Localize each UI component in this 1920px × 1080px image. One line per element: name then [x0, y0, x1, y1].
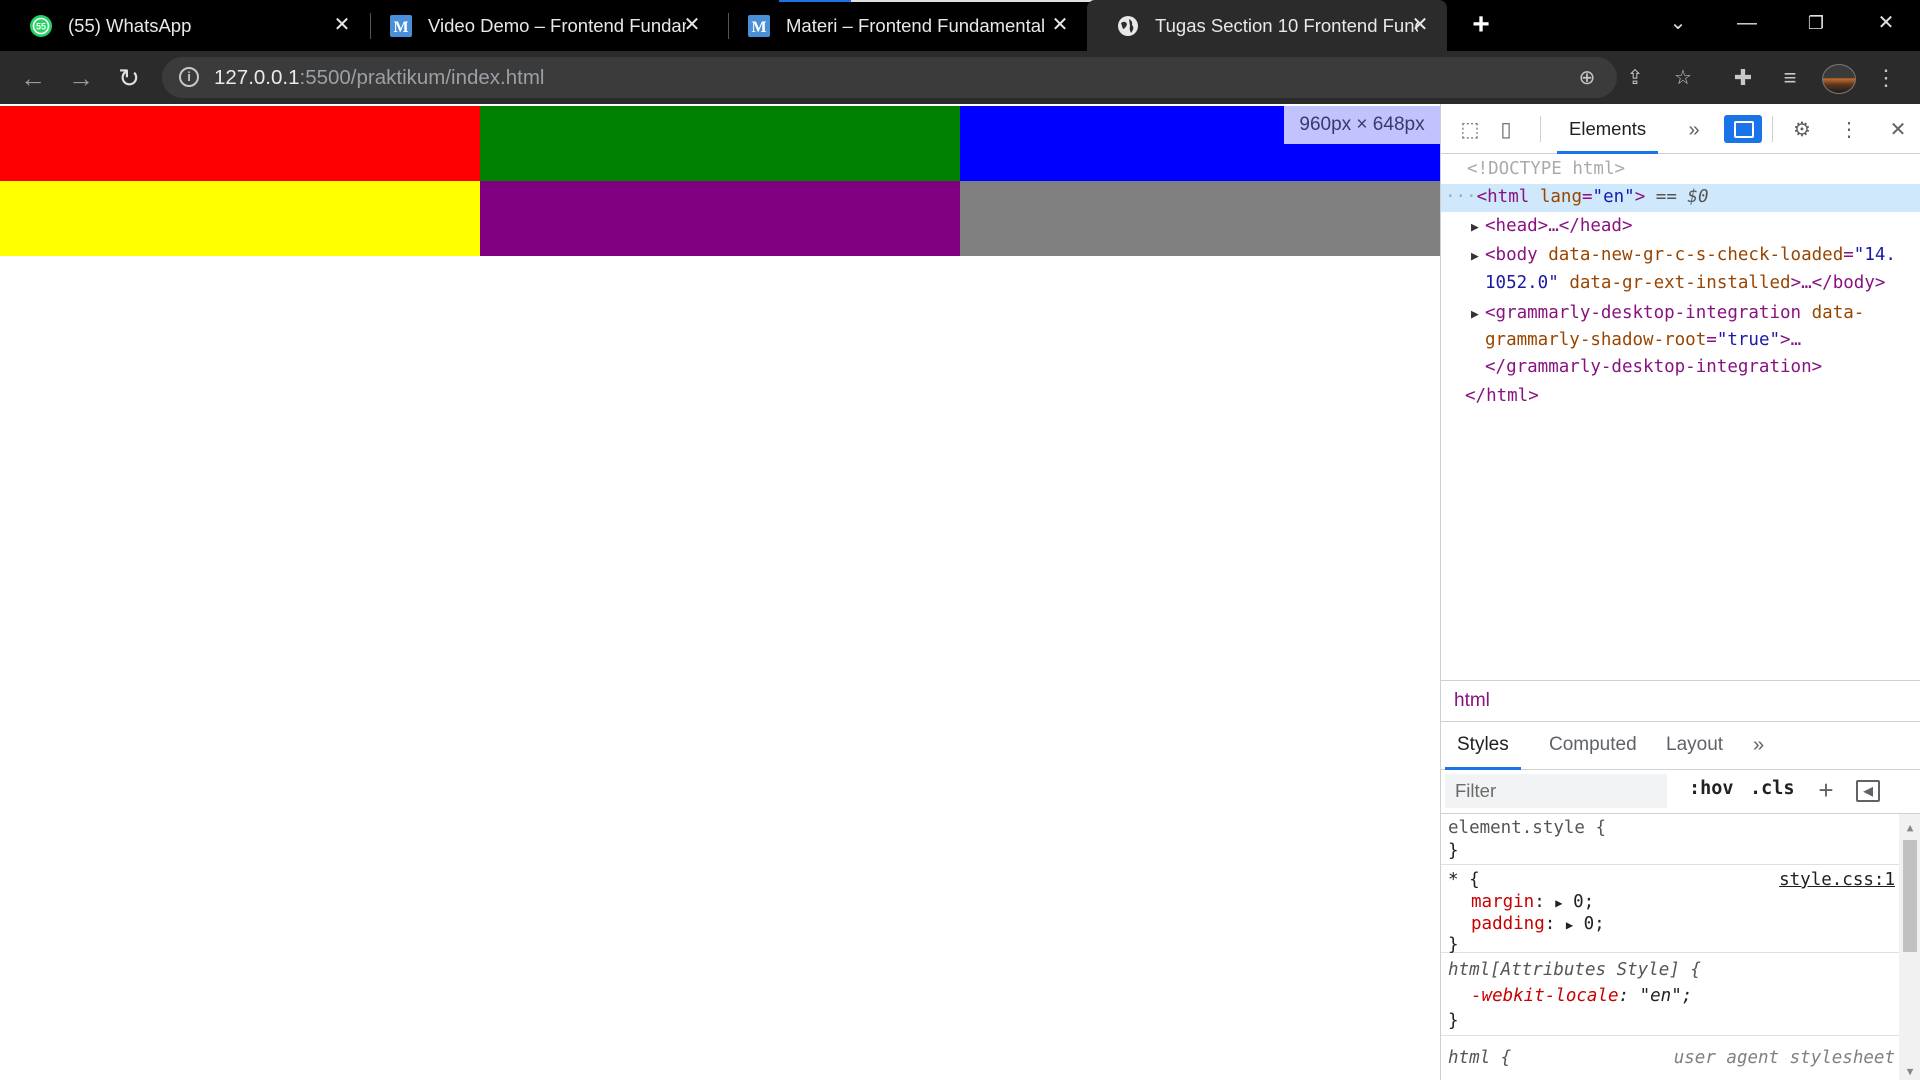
color-box-gray	[960, 181, 1440, 256]
dom-head-node[interactable]: ▶ <head>…</head>	[1471, 213, 1633, 242]
expand-triangle-icon: ▶	[1471, 249, 1479, 264]
media-controls-icon[interactable]: ≡	[1775, 63, 1805, 93]
scrollbar-thumb[interactable]	[1903, 840, 1917, 952]
hover-state-toggle[interactable]: :hov	[1689, 778, 1734, 799]
rule-html-ua[interactable]: html { user agent stylesheet	[1441, 1036, 1899, 1080]
breadcrumb: html	[1441, 680, 1920, 722]
issues-icon[interactable]	[1724, 115, 1762, 143]
color-box-green	[480, 106, 960, 181]
prop-webkit-locale[interactable]: -webkit-locale: "en";	[1471, 984, 1692, 1008]
address-bar[interactable]: i 127.0.0.1:5500/praktikum/index.html ⊕ …	[162, 57, 1692, 98]
dom-doctype[interactable]: <!DOCTYPE html>	[1467, 156, 1625, 184]
globe-icon	[1116, 14, 1140, 38]
tab-video-demo[interactable]: M Video Demo – Frontend Fundamental ✕	[360, 0, 719, 51]
expand-triangle-icon: ▶	[1471, 220, 1479, 235]
devtools-menu-icon[interactable]: ⋮	[1836, 117, 1862, 143]
dom-grammarly-close: </grammarly-desktop-integration>	[1485, 357, 1823, 377]
tab-title: Tugas Section 10 Frontend Fundamental	[1155, 14, 1418, 36]
scroll-down-arrow-icon: ▼	[1906, 1065, 1914, 1078]
settings-gear-icon[interactable]: ⚙	[1789, 117, 1815, 143]
devtools-toolbar: ⬚ ▯ Elements » ⚙ ⋮ ✕	[1441, 104, 1920, 154]
page-viewport	[0, 104, 1440, 1080]
browser-menu-icon[interactable]: ⋮	[1871, 63, 1901, 93]
dom-body-node[interactable]: ▶ <body data-new-gr-c-s-check-loaded="14.	[1471, 242, 1896, 271]
devtools-panel: ⬚ ▯ Elements » ⚙ ⋮ ✕ <!DOCTYPE html> ···…	[1440, 104, 1920, 1080]
dom-html-node[interactable]: ···<html lang="en"> == $0	[1441, 184, 1920, 212]
inspect-element-icon[interactable]: ⬚	[1457, 117, 1483, 143]
tab-strip: 55 (55) WhatsApp ✕ M Video Demo – Fronte…	[0, 0, 1920, 51]
close-tab-icon[interactable]: ✕	[1049, 14, 1071, 36]
tab-whatsapp[interactable]: 55 (55) WhatsApp ✕	[0, 0, 369, 51]
tab-search-button[interactable]: ⌄	[1658, 8, 1698, 38]
tab-styles[interactable]: Styles	[1445, 722, 1521, 770]
rule-universal[interactable]: * { style.css:1 margin: ▶ 0; padding: ▶ …	[1441, 865, 1899, 955]
device-toolbar-icon[interactable]: ▯	[1493, 117, 1519, 143]
close-window-button[interactable]: ✕	[1866, 8, 1906, 38]
back-button[interactable]: ←	[18, 63, 48, 93]
styles-tabbar: Styles Computed Layout »	[1441, 722, 1920, 770]
share-icon[interactable]: ⇪	[1622, 65, 1648, 91]
color-box-red	[0, 106, 480, 181]
class-toggle[interactable]: .cls	[1750, 778, 1795, 799]
site-info-icon[interactable]: i	[179, 67, 199, 87]
styles-rules: element.style { } * { style.css:1 margin…	[1441, 814, 1899, 1080]
source-link[interactable]: style.css:1	[1779, 868, 1895, 892]
browser-toolbar: ← → ↻ i 127.0.0.1:5500/praktikum/index.h…	[0, 51, 1920, 104]
dom-html-close: </html>	[1465, 386, 1539, 406]
tab-layout[interactable]: Layout	[1658, 722, 1731, 770]
tab-elements[interactable]: Elements	[1557, 104, 1659, 154]
more-tabs-chevron-icon[interactable]: »	[1753, 722, 1764, 770]
toggle-sidebar-icon[interactable]: ◂	[1856, 780, 1880, 802]
whatsapp-badge: 55	[36, 21, 46, 31]
close-tab-icon[interactable]: ✕	[681, 14, 703, 36]
color-box-yellow	[0, 181, 480, 256]
new-tab-button[interactable]: +	[1466, 10, 1496, 40]
toolbar-divider	[1540, 116, 1541, 142]
url-host: 127.0.0.1	[214, 66, 300, 89]
rule-html-attributes[interactable]: html[Attributes Style] { -webkit-locale:…	[1441, 953, 1899, 1036]
new-rule-plus-icon[interactable]: +	[1812, 776, 1840, 804]
tab-materi[interactable]: M Materi – Frontend Fundamental ✕	[718, 0, 1087, 51]
close-tab-icon[interactable]: ✕	[1409, 14, 1431, 36]
reload-button[interactable]: ↻	[114, 63, 144, 93]
tab-title: (55) WhatsApp	[68, 14, 192, 36]
tab-tugas-section-10[interactable]: Tugas Section 10 Frontend Fundamental ✕	[1087, 0, 1447, 51]
rule-element-style[interactable]: element.style { }	[1441, 814, 1899, 865]
expand-triangle-icon: ▶	[1471, 307, 1479, 322]
tab-computed[interactable]: Computed	[1541, 722, 1645, 770]
url-path: :5500/praktikum/index.html	[299, 66, 545, 89]
restore-button[interactable]: ❐	[1796, 8, 1836, 38]
tab-title: Materi – Frontend Fundamental	[786, 14, 1046, 36]
url-text[interactable]: 127.0.0.1:5500/praktikum/index.html	[214, 66, 544, 90]
svg-text:M: M	[751, 19, 766, 36]
color-box-purple	[480, 181, 960, 256]
dom-grammarly-node[interactable]: ▶ <grammarly-desktop-integration data-	[1471, 300, 1864, 329]
minimize-button[interactable]: —	[1727, 8, 1767, 38]
scroll-up-arrow-icon: ▲	[1906, 821, 1914, 834]
styles-scrollbar[interactable]: ▲ ▼	[1899, 814, 1920, 1080]
whatsapp-icon: 55	[29, 14, 53, 38]
svg-text:M: M	[393, 19, 408, 36]
more-tabs-chevron-icon[interactable]: »	[1681, 117, 1707, 143]
viewport-size-badge: 960px × 648px	[1284, 106, 1440, 144]
dom-grammarly-node-cont: grammarly-shadow-root="true">…	[1485, 330, 1802, 350]
styles-filter-input[interactable]	[1445, 774, 1667, 808]
profile-avatar[interactable]	[1822, 64, 1856, 94]
prop-padding[interactable]: padding: ▶ 0;	[1471, 912, 1605, 937]
tab-title: Video Demo – Frontend Fundamental	[428, 14, 686, 36]
m-logo-icon: M	[747, 14, 771, 38]
zoom-icon[interactable]: ⊕	[1574, 65, 1600, 91]
dom-body-node-cont: 1052.0" data-gr-ext-installed>…</body>	[1485, 273, 1886, 293]
extensions-puzzle-icon[interactable]: ✚	[1728, 63, 1758, 93]
forward-button[interactable]: →	[66, 63, 96, 93]
close-tab-icon[interactable]: ✕	[331, 14, 353, 36]
close-devtools-icon[interactable]: ✕	[1885, 117, 1911, 143]
styles-filter-bar: :hov .cls + ◂	[1441, 770, 1920, 814]
bookmark-star-icon[interactable]: ☆	[1670, 65, 1696, 91]
toolbar-divider	[1772, 116, 1773, 142]
breadcrumb-html[interactable]: html	[1454, 690, 1490, 712]
m-logo-icon: M	[389, 14, 413, 38]
